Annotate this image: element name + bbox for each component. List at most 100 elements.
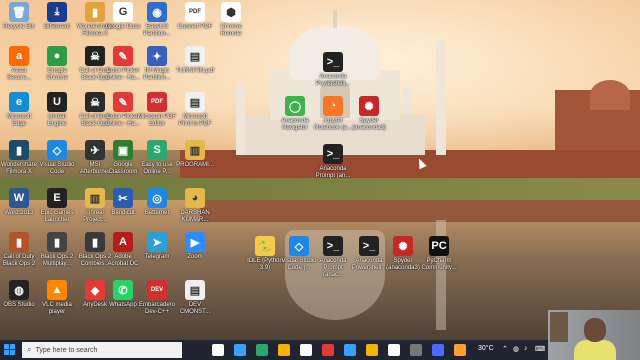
desktop-shortcut[interactable]: A Adobe Acrobat DC — [104, 232, 142, 268]
tray-volume-icon[interactable]: ♪ — [524, 345, 528, 352]
desktop-shortcut[interactable]: ✺ Spyder (anaconda3) — [350, 96, 388, 132]
desktop-shortcut[interactable]: ▲ VLC media player — [38, 280, 76, 316]
desktop-shortcut[interactable]: >_ Anaconda Powershell... — [314, 52, 352, 88]
desktop-shortcut[interactable]: U Unreal Engine — [38, 92, 76, 128]
webcam-overlay — [548, 310, 640, 360]
start-button[interactable] — [4, 344, 16, 356]
desktop-shortcut[interactable]: e Microsoft Edge — [0, 92, 38, 128]
desktop-shortcut[interactable]: PC PyCharm Community... — [420, 236, 458, 272]
desktop-shortcut[interactable]: ▤ Microsoft Print to PDF — [176, 92, 214, 128]
screen-recorder-icon[interactable] — [322, 344, 334, 356]
app-icon: ◎ — [147, 188, 167, 208]
store-icon[interactable] — [256, 344, 268, 356]
file-explorer-icon[interactable] — [278, 344, 290, 356]
settings-icon[interactable] — [410, 344, 422, 356]
desktop-shortcut[interactable]: ⬢ Chrome Remote — [212, 2, 250, 38]
app-icon: ▤ — [185, 280, 205, 300]
desktop-shortcut-label: TURNITIN.pdf — [176, 68, 215, 74]
desktop-shortcut-label: Visual Studio Code — [39, 162, 75, 175]
desktop-shortcut[interactable]: ◎ Betternet — [138, 188, 176, 217]
chrome-icon[interactable] — [300, 344, 312, 356]
app-icon: ◍ — [9, 280, 29, 300]
desktop-shortcut[interactable]: G Google Docs — [104, 2, 142, 31]
desktop-shortcut[interactable]: ▮ Black Ops 2 Multiplay... — [38, 232, 76, 268]
desktop-shortcut[interactable]: ✂ Bandicut — [104, 188, 142, 217]
desktop-shortcut[interactable]: ◍ OBS Studio — [0, 280, 38, 309]
desktop-shortcut-label: Zoom — [187, 254, 203, 260]
desktop-shortcut[interactable]: ➤ Telegram — [138, 232, 176, 261]
app-icon: PDF — [185, 2, 205, 22]
app-icon: DEV — [147, 280, 167, 300]
desktop-shortcut-label: Embarcadero Dev-C++ — [138, 302, 176, 315]
desktop-shortcut-label: Anaconda Navigator — [281, 118, 309, 131]
desktop-shortcut[interactable]: ✺ Spyder (anaconda3) — [384, 236, 422, 272]
desktop-shortcut[interactable]: S Easy to use Online P... — [138, 140, 176, 176]
app-icon: E — [47, 188, 67, 208]
desktop-shortcut[interactable]: ✎ Color Picker online - Ha... — [104, 46, 142, 82]
desktop-shortcut[interactable]: 🗑 Recycle Bin — [0, 2, 38, 31]
app-icon: ▮ — [85, 2, 105, 22]
desktop-shortcut[interactable]: ◔ Jupyter Notebook (a... — [314, 96, 352, 132]
taskbar-search-box[interactable]: ⌕ Type here to search — [22, 342, 182, 358]
desktop-shortcut[interactable]: ◇ Visual Studio Code — [38, 140, 76, 176]
desktop-shortcut[interactable]: ◕ DARSHAN KUMAR... — [176, 188, 214, 224]
desktop-shortcut[interactable]: ▶ Zoom — [176, 232, 214, 261]
desktop-shortcut[interactable]: ▣ Google Classroom — [104, 140, 142, 176]
weather-temperature[interactable]: 30°C — [478, 345, 494, 352]
app-icon: ▮ — [85, 232, 105, 252]
desktop-shortcut[interactable]: 🐍 IDLE (Python 3.9) — [246, 236, 284, 272]
tray-chevron-icon[interactable]: ⌃ — [502, 345, 508, 353]
desktop-shortcut[interactable]: ▮ Call of Duty Black Ops 2 — [0, 232, 38, 268]
desktop-shortcut[interactable]: ◯ Anaconda Navigator — [276, 96, 314, 132]
teams-icon[interactable] — [432, 344, 444, 356]
desktop-shortcut[interactable]: PDF Microsoft PDF Editor — [138, 92, 176, 128]
desktop-shortcut-label: Google Docs — [105, 24, 141, 30]
desktop-shortcut[interactable]: ◇ Visual Studio Code (... — [280, 236, 318, 272]
desktop-shortcut-label: Color Picker online - Ha... — [105, 68, 141, 81]
desktop-shortcut[interactable]: ▥ PROGRAMI... — [176, 140, 214, 169]
desktop-shortcut[interactable]: ▤ TURNITIN.pdf — [176, 46, 214, 75]
wallpaper-wall-reflection — [200, 200, 640, 222]
desktop-shortcut[interactable]: W Word 2013 — [0, 188, 38, 217]
task-view-icon[interactable] — [212, 344, 224, 356]
desktop-shortcut[interactable]: ✎ Color Picker online - Ha... — [104, 92, 142, 128]
chrome-icon[interactable] — [388, 344, 400, 356]
desktop-shortcut[interactable]: ✆ WhatsApp — [104, 280, 142, 309]
app-icon: A — [113, 232, 133, 252]
zoom-icon[interactable] — [344, 344, 356, 356]
desktop-shortcut[interactable]: >_ Anaconda Prompt (anac... — [314, 236, 352, 279]
desktop-shortcut[interactable]: a Avast Secure... — [0, 46, 38, 82]
taskbar: ⌕ Type here to search 30°C ⌃ ◍ ♪ ⌨ — [0, 340, 640, 360]
desktop-shortcut[interactable]: >_ Anaconda Powershell... — [350, 236, 388, 272]
edge-icon[interactable] — [234, 344, 246, 356]
desktop-shortcut[interactable]: ⤓ BitTorrent — [38, 2, 76, 31]
desktop-shortcut-label: Avast Secure... — [6, 68, 31, 81]
app-icon: ◔ — [323, 96, 343, 116]
desktop-shortcut[interactable]: DEV Embarcadero Dev-C++ — [138, 280, 176, 316]
desktop-shortcut[interactable]: ◉ EaseUS Partition... — [138, 2, 176, 38]
app-icon: ✦ — [147, 46, 167, 66]
desktop-shortcut[interactable]: PDF Convert PDF — [176, 2, 214, 31]
app-icon[interactable] — [454, 344, 466, 356]
app-icon: ✺ — [393, 236, 413, 256]
app-icon: PC — [429, 236, 449, 256]
desktop-shortcut-label: Microsoft Print to PDF — [178, 114, 212, 127]
folder-icon[interactable] — [366, 344, 378, 356]
desktop-shortcut[interactable]: >_ Anaconda Prompt (an... — [314, 144, 352, 180]
desktop-shortcut-label: Epic Games Launcher — [40, 210, 74, 223]
tray-language-icon[interactable]: ⌨ — [535, 345, 545, 353]
app-icon: ⤓ — [47, 2, 67, 22]
desktop-shortcut[interactable]: E Epic Games Launcher — [38, 188, 76, 224]
desktop-shortcut[interactable]: ✦ IM Magic Partition... — [138, 46, 176, 82]
wallpaper-red-dome — [590, 80, 630, 110]
tray-network-icon[interactable]: ◍ — [513, 345, 519, 353]
app-icon: e — [9, 92, 29, 112]
desktop-shortcut[interactable]: ▮ Wondershare Filmora X — [0, 140, 38, 176]
app-icon: ▲ — [47, 280, 67, 300]
desktop-shortcut[interactable]: ▤ DEV CMONST... — [176, 280, 214, 316]
app-icon: >_ — [323, 144, 343, 164]
desktop-shortcut-label: Recycle Bin — [3, 24, 35, 30]
desktop-shortcut[interactable]: ● Google Chrome — [38, 46, 76, 82]
app-icon: ✂ — [113, 188, 133, 208]
app-icon: ▥ — [185, 140, 205, 160]
